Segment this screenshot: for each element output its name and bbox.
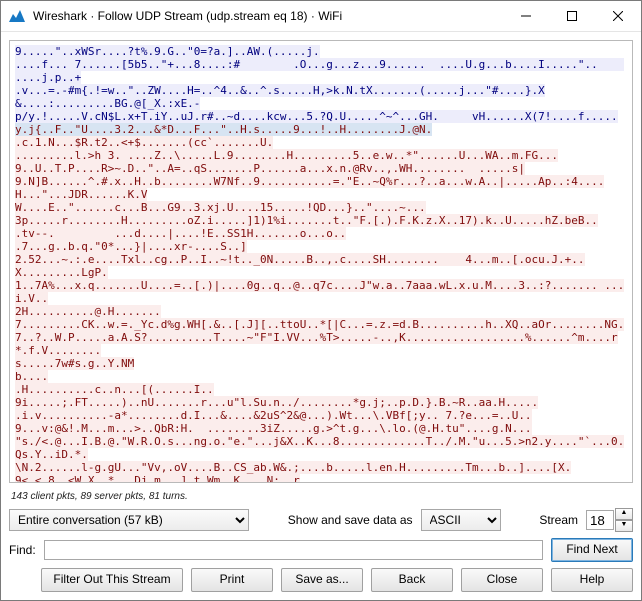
stream-line[interactable]: 3p.....r........H.........oZ.i.....]1)1%… — [15, 214, 598, 227]
stream-up-button[interactable]: ▲ — [615, 508, 633, 520]
stream-line[interactable]: 9..U..T.P....R>~.D.."..A=..qS.......P...… — [15, 162, 525, 175]
stream-line[interactable]: 9....."..xWSr....?t%.9.G.."0=?a.]..AW.(.… — [15, 45, 320, 58]
stream-line[interactable]: ....f... 7......[5b5.."+...8....:# .O...… — [15, 58, 624, 84]
stream-line[interactable]: .........l.>h 3. ....Z..\.....L.9.......… — [15, 149, 558, 162]
stream-line[interactable]: 2.52...~.:.e....Txl..cg..P..I..~!t.._0N.… — [15, 253, 585, 279]
close-stream-button[interactable]: Close — [461, 568, 543, 592]
show-save-select[interactable]: ASCII — [421, 509, 501, 531]
save-as-button[interactable]: Save as... — [281, 568, 363, 592]
show-save-label: Show and save data as — [288, 513, 413, 527]
packet-summary: 143 client pkts, 89 server pkts, 81 turn… — [1, 491, 641, 504]
help-button[interactable]: Help — [551, 568, 633, 592]
stream-line[interactable]: 2H..........@.H....... — [15, 305, 161, 318]
find-next-button[interactable]: Find Next — [551, 538, 633, 562]
minimize-button[interactable] — [503, 1, 549, 31]
stream-line[interactable]: b.... — [15, 370, 48, 383]
stream-line[interactable]: 9<.<.8..<W.X..*...Dj.m...].t.Wm..K....N;… — [15, 474, 300, 483]
back-button[interactable]: Back — [371, 568, 453, 592]
stream-line[interactable]: s.....7w#s.g..Y.NM — [15, 357, 134, 370]
app-window: Wireshark · Follow UDP Stream (udp.strea… — [0, 0, 642, 601]
stream-line[interactable]: 9i.....;.FT.....)..nU.......r...u"l.Su.n… — [15, 396, 538, 409]
filter-out-button[interactable]: Filter Out This Stream — [41, 568, 183, 592]
find-label: Find: — [9, 543, 36, 557]
stream-spinner: ▲ ▼ — [586, 508, 633, 532]
stream-line[interactable]: y.j{..F.."U....3.2...&*D...F..."..H.s...… — [15, 123, 432, 136]
stream-line[interactable]: 1..7A%...x.q.......U....=..[.)|....0g..q… — [15, 279, 624, 305]
stream-line[interactable]: .v...=.-#m{.!=w.."..ZW....H=..^4..&..^.s… — [15, 84, 545, 110]
window-buttons — [503, 1, 641, 31]
stream-line[interactable]: p/y.!.....V.cN$L.x+T.iY..uJ.r#..~d....kc… — [15, 110, 618, 123]
stream-line[interactable]: .7...g..b.q."0*...}|....xr-....S..] — [15, 240, 247, 253]
controls-area: Entire conversation (57 kB) Show and sav… — [1, 504, 641, 600]
stream-line[interactable]: .i.v..........-a*........d.I...&....&2uS… — [15, 409, 532, 422]
stream-line[interactable]: 7..?..W.P.....a.A.S?..........T....~"F"I… — [15, 331, 618, 357]
stream-line[interactable]: \N.2......l-g.gU..."Vv,.oV....B..CS_ab.W… — [15, 461, 571, 474]
stream-line[interactable]: 7.........CK..w.=._Yc.d%g.WH[.&..[.J][..… — [15, 318, 624, 331]
stream-label: Stream — [539, 513, 578, 527]
maximize-button[interactable] — [549, 1, 595, 31]
print-button[interactable]: Print — [191, 568, 273, 592]
stream-text[interactable]: 9....."..xWSr....?t%.9.G.."0=?a.]..AW.(.… — [15, 45, 627, 483]
stream-content[interactable]: 9....."..xWSr....?t%.9.G.."0=?a.]..AW.(.… — [9, 40, 633, 483]
window-title: Wireshark · Follow UDP Stream (udp.strea… — [33, 9, 503, 23]
find-input[interactable] — [44, 540, 543, 560]
title-bar: Wireshark · Follow UDP Stream (udp.strea… — [1, 1, 641, 32]
stream-line[interactable]: W....E.."......c...B...G9..3.xj.U....15.… — [15, 201, 426, 214]
stream-number-input[interactable] — [586, 510, 614, 530]
close-button[interactable] — [595, 1, 641, 31]
conversation-select[interactable]: Entire conversation (57 kB) — [9, 509, 249, 531]
stream-line[interactable]: .H..........c..n...[(......I.. — [15, 383, 214, 396]
stream-line[interactable]: .tv--. ...d....|....!E..SS1H.......o...o… — [15, 227, 346, 240]
stream-line[interactable]: 9...v:@&!.M...m...>..QbR:H. ........3iZ.… — [15, 422, 532, 435]
stream-down-button[interactable]: ▼ — [615, 520, 633, 532]
stream-line[interactable]: .c.1.N...$R.t2..<+$.......(cc`.......U. — [15, 136, 273, 149]
stream-line[interactable]: 9.N]B......^.#.x..H..b........W7Nf..9...… — [15, 175, 604, 201]
wireshark-icon — [9, 8, 25, 24]
stream-line[interactable]: "s./<.@...I.B.@."W.R.O.s...ng.o."e."...j… — [15, 435, 624, 461]
